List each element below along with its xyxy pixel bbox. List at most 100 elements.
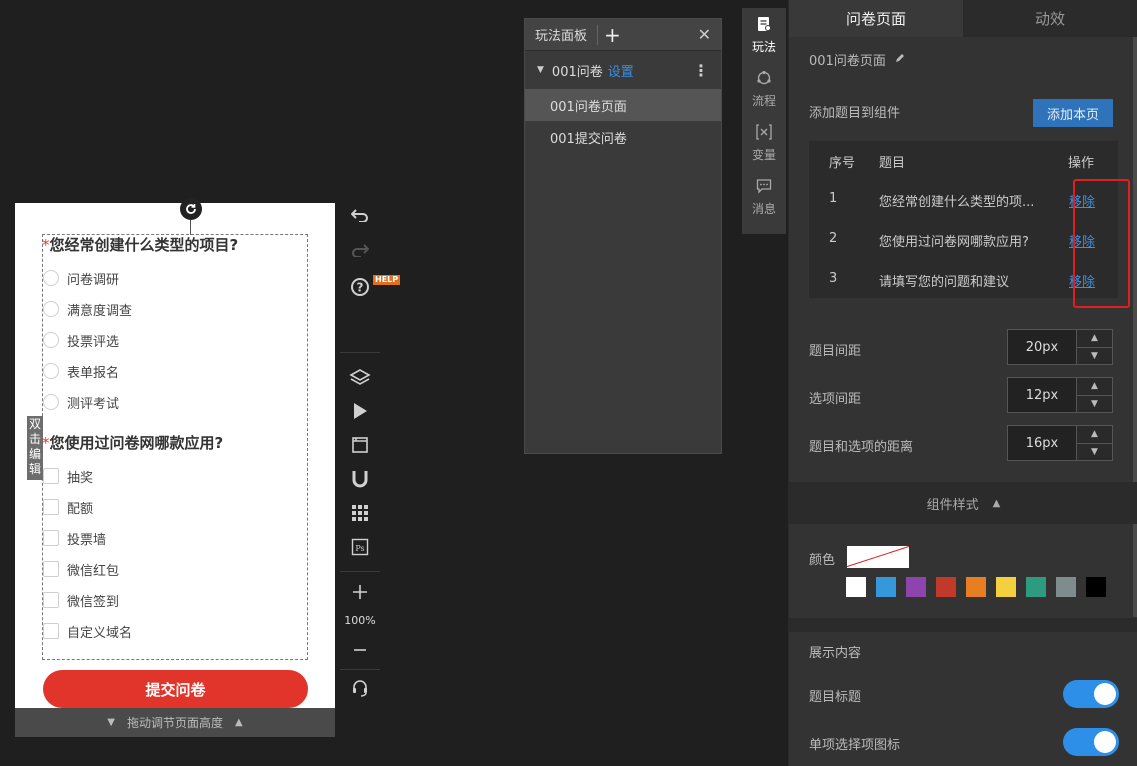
tab-survey-page[interactable]: 问卷页面 <box>789 0 963 37</box>
add-icon[interactable]: + <box>597 24 621 45</box>
group-setting-link[interactable]: 设置 <box>608 61 634 80</box>
toggle-knob <box>1094 731 1116 753</box>
layers-icon[interactable] <box>348 366 372 390</box>
chevron-up-icon[interactable]: ▲ <box>1077 426 1112 443</box>
checkbox-option[interactable]: 抽奖 <box>43 466 93 486</box>
radio-option[interactable]: 表单报名 <box>43 361 119 381</box>
questionnaire-canvas[interactable]: 双击编辑 *您经常创建什么类型的项目? 问卷调研 满意度调查 投票评选 表单报名… <box>15 198 335 737</box>
component-style-label: 组件样式 <box>926 497 979 513</box>
color-swatch[interactable] <box>1086 577 1106 597</box>
checkbox[interactable] <box>43 468 59 484</box>
film-frame-icon[interactable] <box>348 433 372 457</box>
play-icon[interactable] <box>348 399 372 423</box>
color-swatch[interactable] <box>966 577 986 597</box>
tab-animation[interactable]: 动效 <box>963 0 1137 37</box>
toolbar-divider <box>340 352 380 353</box>
undo-icon[interactable] <box>348 203 372 227</box>
chevron-up-icon[interactable]: ▲ <box>1077 330 1112 347</box>
radio-circle[interactable] <box>43 301 59 317</box>
close-icon[interactable]: ✕ <box>698 25 711 44</box>
help-icon[interactable]: ? <box>348 275 372 299</box>
mode-label: 消息 <box>751 201 776 216</box>
checkbox-option[interactable]: 配额 <box>43 497 93 517</box>
stepper-value[interactable]: 20px <box>1007 329 1077 365</box>
color-swatch[interactable] <box>876 577 896 597</box>
edit-pencil-icon[interactable] <box>894 52 906 68</box>
play-item-submit-survey[interactable]: 001提交问卷 <box>525 121 721 153</box>
option-label: 投票墙 <box>67 532 107 548</box>
color-swatch[interactable] <box>906 577 926 597</box>
caret-down-icon[interactable]: ▼ <box>537 65 544 75</box>
question-spacing-stepper[interactable]: 20px ▲ ▼ <box>1007 329 1113 365</box>
mode-tab-message[interactable]: 消息 <box>742 170 786 224</box>
play-item-survey-page[interactable]: 001问卷页面 <box>525 89 721 121</box>
mode-tab-play[interactable]: 玩法 <box>742 8 786 62</box>
caret-up-icon: ▲ <box>235 717 243 728</box>
radio-option[interactable]: 投票评选 <box>43 330 119 350</box>
checkbox[interactable] <box>43 499 59 515</box>
chevron-down-icon[interactable]: ▼ <box>1077 394 1112 413</box>
mode-tab-variable[interactable]: 变量 <box>742 116 786 170</box>
color-swatch[interactable] <box>996 577 1016 597</box>
option-spacing-stepper[interactable]: 12px ▲ ▼ <box>1007 377 1113 413</box>
radio-circle[interactable] <box>43 270 59 286</box>
panel-scrollbar[interactable] <box>1133 37 1137 617</box>
checkbox[interactable] <box>43 561 59 577</box>
checkbox-option[interactable]: 自定义域名 <box>43 621 132 641</box>
grid-icon[interactable] <box>348 501 372 525</box>
stepper-value[interactable]: 12px <box>1007 377 1077 413</box>
double-click-edit-tag[interactable]: 双击编辑 <box>27 416 43 480</box>
radio-circle[interactable] <box>43 332 59 348</box>
single-choice-icon-toggle[interactable] <box>1063 728 1119 756</box>
zoom-out-icon[interactable] <box>348 638 372 662</box>
customer-service-icon[interactable] <box>348 676 372 700</box>
checkbox-option[interactable]: 投票墙 <box>43 528 106 548</box>
chevron-down-icon[interactable]: ▼ <box>1077 442 1112 461</box>
redo-icon[interactable] <box>348 238 372 262</box>
checkbox-option[interactable]: 微信红包 <box>43 559 119 579</box>
color-swatch[interactable] <box>1026 577 1046 597</box>
spacing-label: 题目和选项的距离 <box>809 440 914 455</box>
play-group[interactable]: ▼ 001问卷 设置 ⋮ <box>525 51 721 89</box>
color-preview[interactable] <box>847 546 909 568</box>
page-name[interactable]: 001问卷页面 <box>809 50 906 69</box>
submit-survey-button[interactable]: 提交问卷 <box>43 670 308 708</box>
color-swatch[interactable] <box>846 577 866 597</box>
add-this-page-button[interactable]: 添加本页 <box>1033 99 1113 127</box>
checkbox[interactable] <box>43 623 59 639</box>
question-table: 序号 题目 操作 1 您经常创建什么类型的项... 移除 2 您使用过问卷网哪款… <box>809 141 1130 308</box>
chevron-down-icon[interactable]: ▼ <box>1077 346 1112 365</box>
option-label: 测评考试 <box>67 396 120 412</box>
stepper-value[interactable]: 16px <box>1007 425 1077 461</box>
page-height-drag-bar[interactable]: ▼ 拖动调节页面高度 ▲ <box>15 708 335 737</box>
color-swatch[interactable] <box>936 577 956 597</box>
photoshop-icon[interactable]: Ps <box>348 535 372 559</box>
checkbox-option[interactable]: 微信签到 <box>43 590 119 610</box>
toggle-label: 题目标题 <box>809 690 862 705</box>
magnet-icon[interactable] <box>348 467 372 491</box>
checkbox[interactable] <box>43 530 59 546</box>
more-vertical-icon[interactable]: ⋮ <box>693 61 709 80</box>
question-title-toggle[interactable] <box>1063 680 1119 708</box>
question-option-distance-stepper[interactable]: 16px ▲ ▼ <box>1007 425 1113 461</box>
component-style-toggle[interactable]: 组件样式 ▲ <box>789 482 1137 524</box>
table-cell-title: 您经常创建什么类型的项... <box>879 195 1035 210</box>
chevron-up-icon[interactable]: ▲ <box>1077 378 1112 395</box>
zoom-in-icon[interactable] <box>348 580 372 604</box>
option-label: 抽奖 <box>67 470 94 486</box>
required-mark: * <box>42 434 50 452</box>
radio-option[interactable]: 满意度调查 <box>43 299 132 319</box>
svg-text:Ps: Ps <box>355 544 364 553</box>
radio-option[interactable]: 测评考试 <box>43 392 119 412</box>
radio-circle[interactable] <box>43 394 59 410</box>
radio-option[interactable]: 问卷调研 <box>43 268 119 288</box>
mode-tab-flow[interactable]: 流程 <box>742 62 786 116</box>
rotate-icon[interactable] <box>180 198 202 220</box>
add-questions-label: 添加题目到组件 <box>809 106 901 121</box>
question-title-1: *您经常创建什么类型的项目? <box>42 234 238 255</box>
play-panel-title: 玩法面板 <box>535 29 588 44</box>
radio-circle[interactable] <box>43 363 59 379</box>
option-label: 投票评选 <box>67 334 120 350</box>
color-swatch[interactable] <box>1056 577 1076 597</box>
checkbox[interactable] <box>43 592 59 608</box>
